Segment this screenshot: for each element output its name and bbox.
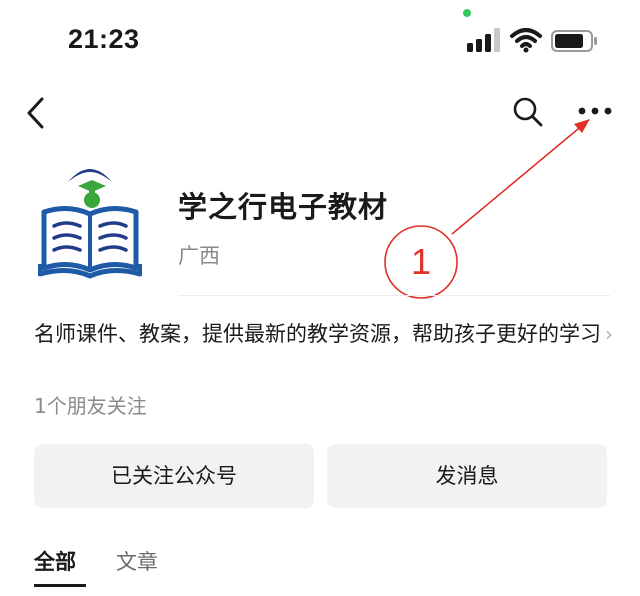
divider [178,295,610,296]
chevron-left-icon[interactable] [24,96,48,130]
active-tab-indicator [34,584,86,587]
annotation-step-number: 1 [410,241,432,282]
tab-articles[interactable]: 文章 [116,546,158,576]
official-account-profile-page: 21:23 1 学之行电子教材 广西 名师课件、教案，提供最新的教学资源，帮助孩… [0,0,640,596]
privacy-indicator-dot [463,9,471,17]
friends-following-count[interactable]: 1个朋友关注 [34,390,147,419]
more-horizontal-icon[interactable] [578,104,612,118]
cellular-signal-icon [467,28,500,52]
account-name: 学之行电子教材 [178,190,389,224]
search-icon[interactable] [512,96,544,128]
account-description[interactable]: 名师课件、教案，提供最新的教学资源，帮助孩子更好的学习 › [34,318,614,351]
wifi-icon [510,28,542,53]
tab-all[interactable]: 全部 [34,546,76,576]
chevron-right-icon: › [605,322,613,346]
account-description-text: 名师课件、教案，提供最新的教学资源，帮助孩子更好的学习 [34,322,601,346]
followed-account-button[interactable]: 已关注公众号 [34,444,314,508]
battery-icon [551,30,597,52]
account-region: 广西 [178,244,220,268]
account-logo [38,169,142,279]
send-message-button[interactable]: 发消息 [327,444,607,508]
status-time: 21:23 [68,24,140,54]
